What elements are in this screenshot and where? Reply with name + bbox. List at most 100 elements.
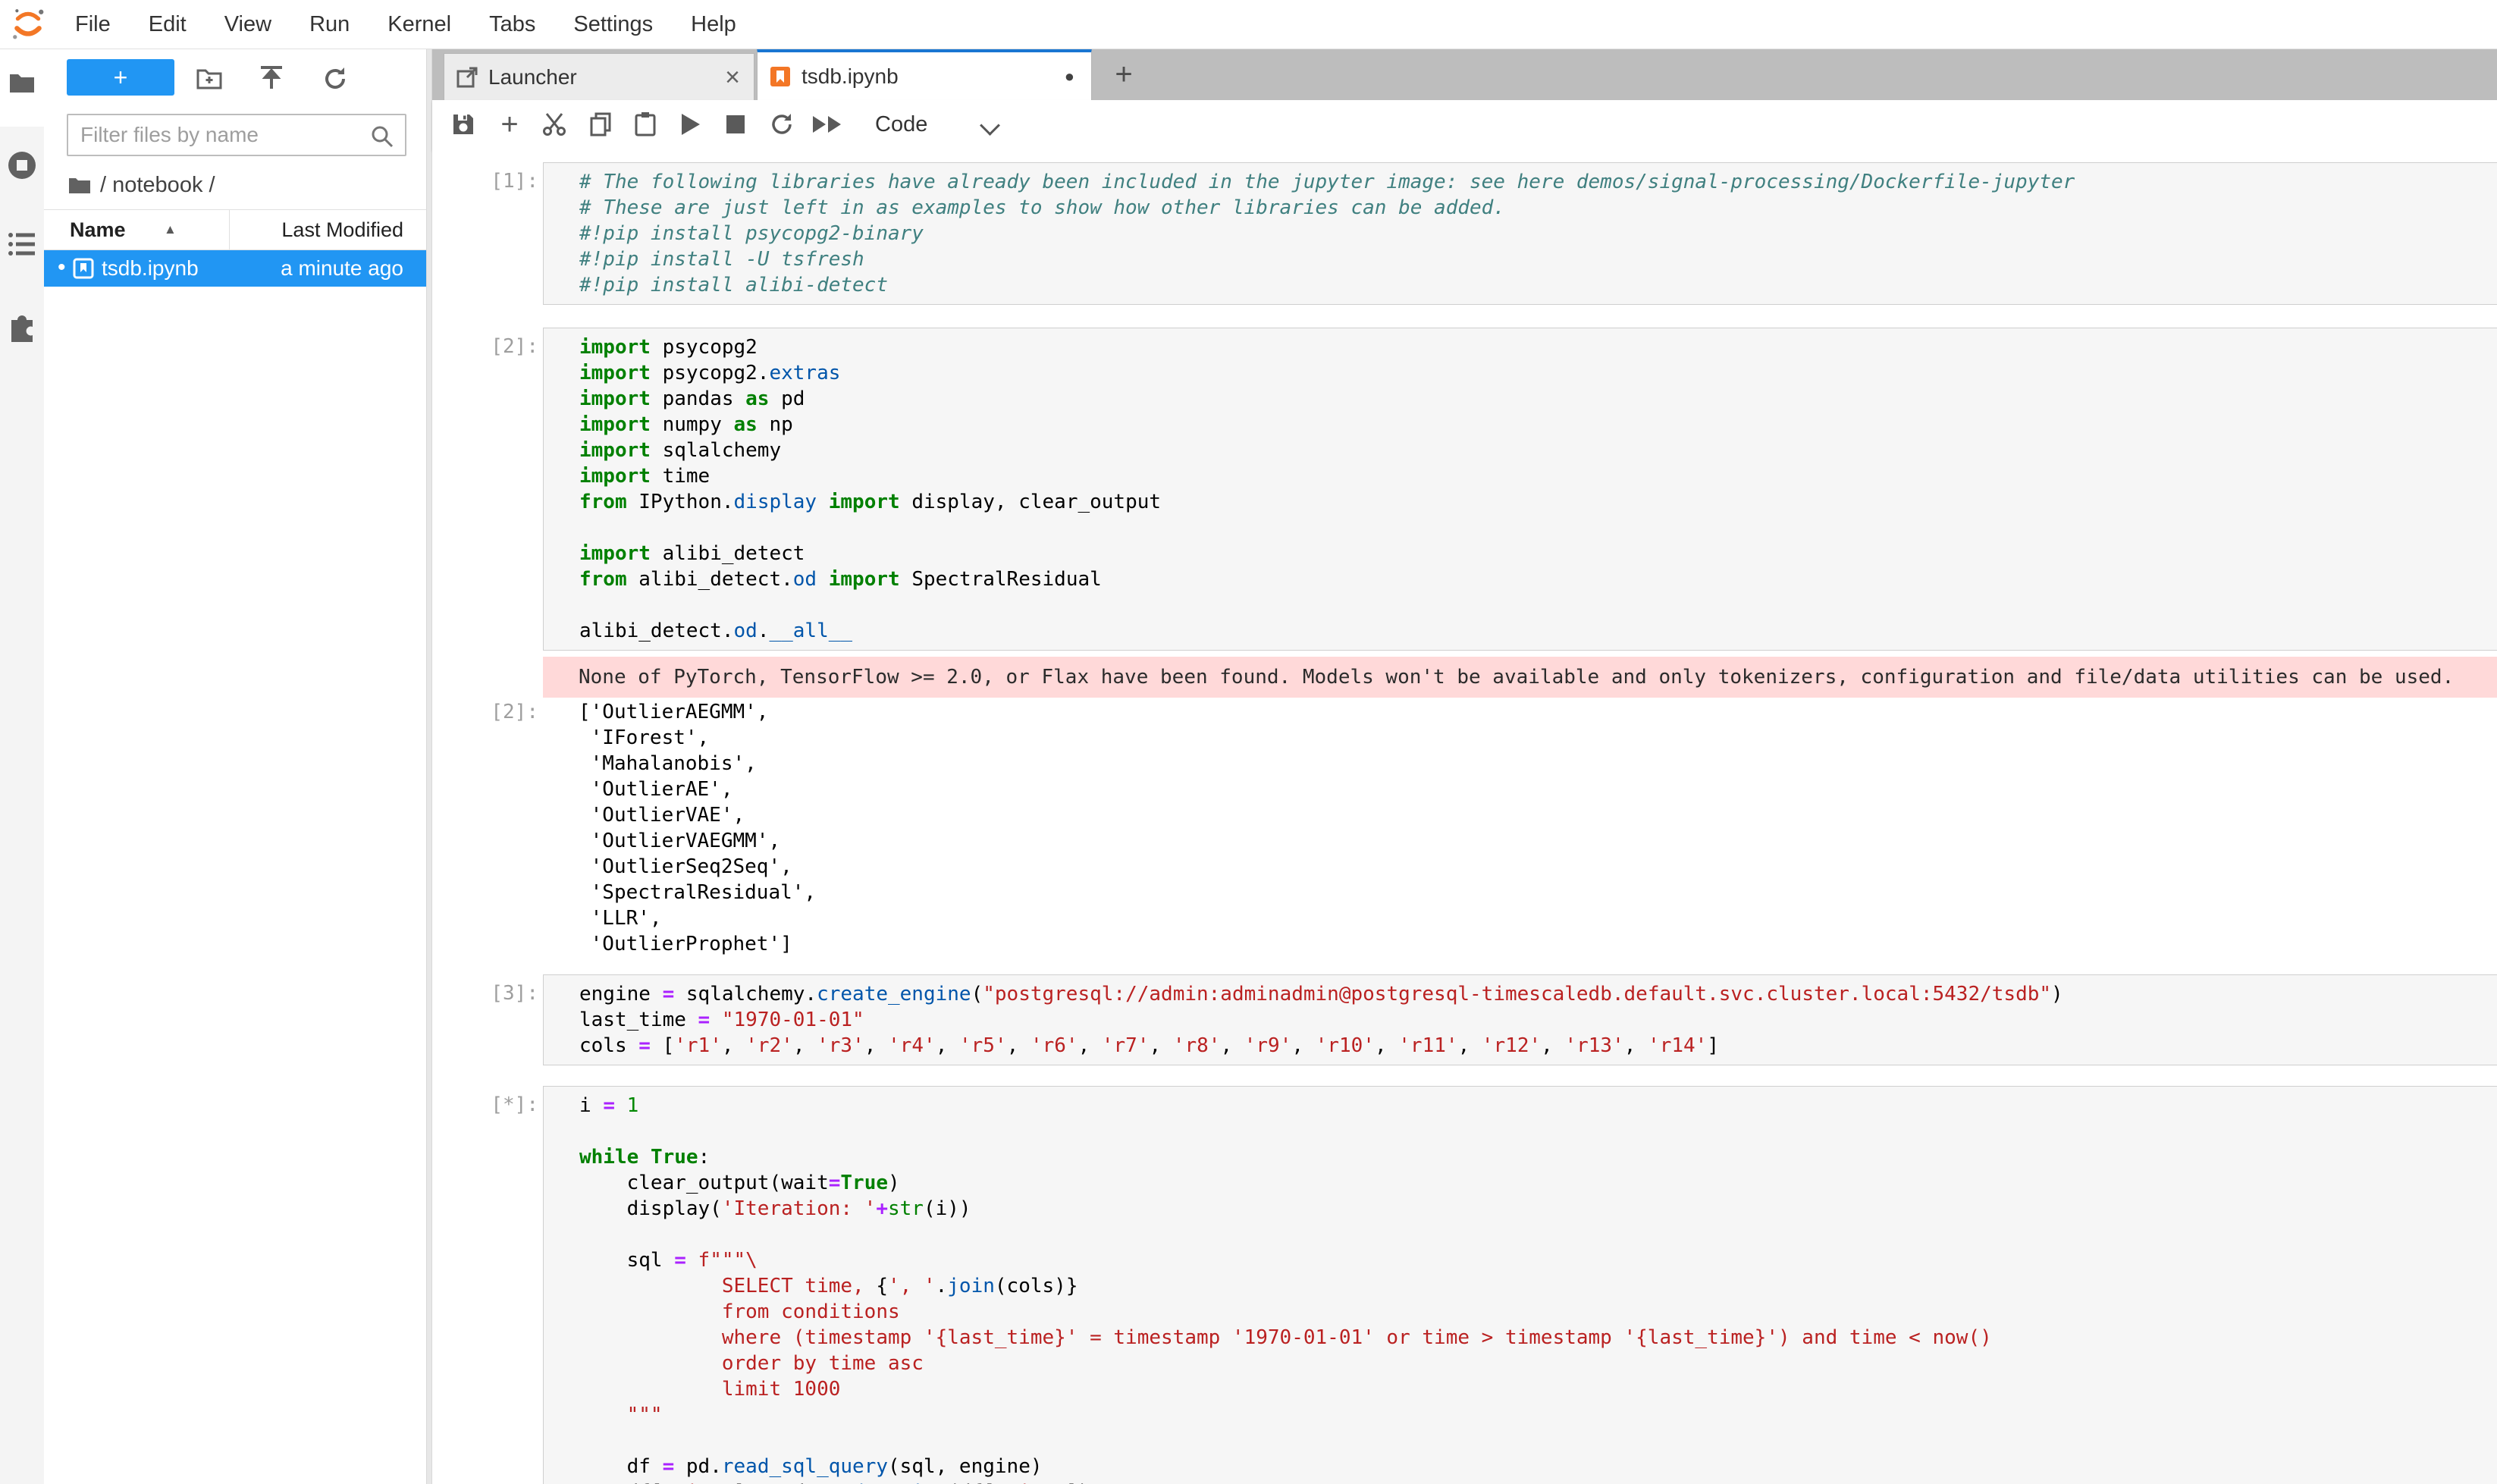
code-token: as: [734, 413, 758, 436]
column-header-name[interactable]: Name: [70, 210, 126, 249]
breadcrumb[interactable]: / notebook /: [44, 168, 426, 202]
cut-cells-button[interactable]: [537, 107, 572, 142]
code-token: sqlalchemy: [651, 439, 781, 462]
code-token: =: [663, 1455, 675, 1478]
table-of-contents-tab[interactable]: [0, 232, 44, 256]
code-token: =: [638, 1034, 651, 1057]
new-launcher-button[interactable]: +: [67, 59, 174, 96]
menu-run[interactable]: Run: [290, 1, 369, 49]
restart-kernel-button[interactable]: [764, 107, 799, 142]
menu-tabs[interactable]: Tabs: [470, 1, 554, 49]
code-token: True: [840, 1172, 888, 1194]
code-token: import: [579, 542, 651, 565]
extensions-icon: [7, 312, 37, 343]
code-line: [579, 1222, 2497, 1247]
code-token: psycopg2.: [651, 362, 770, 384]
code-token: ,: [1624, 1034, 1648, 1057]
code-token: display(: [579, 1197, 722, 1220]
file-list-header: Name ▲ Last Modified: [44, 209, 426, 250]
output-line: 'IForest',: [579, 725, 2497, 751]
code-cell-editor[interactable]: # The following libraries have already b…: [543, 162, 2497, 305]
main-menu-bar: File Edit View Run Kernel Tabs Settings …: [0, 0, 2497, 49]
code-line: import pandas as pd: [579, 386, 2497, 412]
stop-kernel-button[interactable]: [718, 107, 753, 142]
code-cell-editor[interactable]: i = 1 while True: clear_output(wait=True…: [543, 1086, 2497, 1484]
code-line: import sqlalchemy: [579, 438, 2497, 463]
code-token: ): [888, 1172, 900, 1194]
add-cell-button[interactable]: +: [492, 107, 527, 142]
sidebar-resize-handle[interactable]: [426, 49, 432, 1484]
tab-tsdb-ipynb[interactable]: tsdb.ipynb ●: [757, 49, 1092, 100]
code-token: import: [829, 568, 900, 591]
code-token: 'r3': [817, 1034, 864, 1057]
run-cell-button[interactable]: [673, 107, 708, 142]
tab-close-icon[interactable]: ×: [725, 67, 740, 88]
code-token: limit 1000: [579, 1378, 840, 1401]
code-token: ,: [1458, 1034, 1482, 1057]
code-token: ]: [734, 1481, 758, 1484]
code-token: clear_output(wait: [579, 1172, 829, 1194]
code-token: 'r10': [1316, 1034, 1375, 1057]
code-line: clear_output(wait=True): [579, 1170, 2497, 1196]
code-token: 1: [627, 1094, 639, 1117]
menu-settings[interactable]: Settings: [554, 1, 672, 49]
save-button[interactable]: [446, 107, 481, 142]
code-token: [817, 491, 829, 513]
code-token: (df[: [947, 1481, 995, 1484]
unsaved-indicator-icon[interactable]: ●: [1065, 67, 1074, 86]
code-token: ,: [1007, 1034, 1030, 1057]
code-line: import psycopg2: [579, 334, 2497, 360]
code-cell-editor[interactable]: engine = sqlalchemy.create_engine("postg…: [543, 974, 2497, 1065]
upload-button[interactable]: [255, 62, 288, 96]
menu-edit[interactable]: Edit: [130, 1, 205, 49]
column-header-last-modified[interactable]: Last Modified: [281, 210, 403, 249]
code-token: .: [936, 1275, 948, 1297]
code-token: import: [579, 362, 651, 384]
restart-run-all-button[interactable]: [811, 107, 845, 142]
extensions-tab[interactable]: [0, 312, 44, 343]
add-tab-button[interactable]: +: [1101, 49, 1147, 100]
table-of-contents-icon: [8, 232, 36, 256]
code-token: 'r12': [1482, 1034, 1541, 1057]
code-token: #!pip install alibi-detect: [579, 274, 888, 296]
menu-file[interactable]: File: [56, 1, 130, 49]
code-token: "time": [663, 1481, 734, 1484]
code-token: SpectralResidual: [900, 568, 1102, 591]
menu-help[interactable]: Help: [672, 1, 755, 49]
code-token: 'r4': [888, 1034, 936, 1057]
code-token: # These are just left in as examples to …: [579, 196, 1505, 219]
file-modified-time: a minute ago: [281, 250, 403, 286]
output-line: 'LLR',: [579, 905, 2497, 931]
paste-cells-button[interactable]: [628, 107, 663, 142]
input-prompt: [3]:: [432, 980, 538, 1006]
code-line: """: [579, 1402, 2497, 1428]
code-token: import: [579, 439, 651, 462]
code-token: 'r8': [1173, 1034, 1221, 1057]
code-token: od: [734, 620, 758, 642]
code-token: where (timestamp '{last_time}' = timesta…: [579, 1326, 1992, 1349]
file-filter-input[interactable]: [68, 115, 405, 155]
code-token: IPython.: [627, 491, 734, 513]
refresh-icon: [322, 66, 348, 92]
refresh-button[interactable]: [318, 62, 352, 96]
file-row-tsdb-ipynb[interactable]: • tsdb.ipynb a minute ago: [44, 250, 426, 287]
jupyter-logo-icon: [11, 7, 45, 42]
copy-cells-button[interactable]: [583, 107, 618, 142]
menu-kernel[interactable]: Kernel: [369, 1, 470, 49]
code-token: __all__: [769, 620, 852, 642]
running-sessions-tab[interactable]: [0, 150, 44, 180]
cell-type-dropdown[interactable]: Code: [875, 100, 927, 149]
new-launcher-plus: +: [114, 64, 128, 92]
menu-view[interactable]: View: [205, 1, 290, 49]
code-token: from: [579, 491, 627, 513]
tab-launcher[interactable]: Launcher ×: [444, 53, 754, 100]
code-token: import: [579, 465, 651, 488]
code-token: import: [829, 491, 900, 513]
code-cell-editor[interactable]: import psycopg2import psycopg2.extrasimp…: [543, 328, 2497, 651]
chevron-down-icon[interactable]: [980, 115, 1000, 136]
code-token: time: [651, 465, 710, 488]
new-folder-button[interactable]: [193, 62, 226, 96]
file-browser-tab[interactable]: [0, 71, 44, 94]
code-token: ,: [793, 1034, 817, 1057]
code-line: import time: [579, 463, 2497, 489]
